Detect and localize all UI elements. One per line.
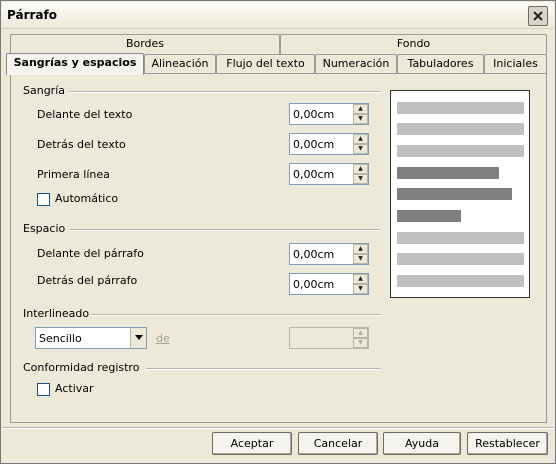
- paragraph-preview: [390, 90, 530, 298]
- tab-label: Flujo del texto: [226, 57, 305, 70]
- preview-line: [397, 145, 524, 157]
- stepper-up-icon[interactable]: ▲: [353, 104, 368, 114]
- detras-parrafo-stepper[interactable]: 0,00cm ▲ ▼: [289, 273, 369, 295]
- section-divider: [69, 91, 380, 93]
- button-label: Cancelar: [313, 437, 363, 450]
- help-button[interactable]: Ayuda: [383, 432, 461, 455]
- stepper-down-icon[interactable]: ▼: [353, 254, 368, 264]
- section-sangria-title: Sangría: [23, 84, 65, 97]
- preview-line: [397, 253, 524, 265]
- detras-texto-stepper[interactable]: 0,00cm ▲ ▼: [289, 133, 369, 155]
- tab-label: Tabuladores: [407, 57, 474, 70]
- stepper-value: 0,00cm: [293, 108, 335, 121]
- close-icon: [533, 11, 543, 21]
- preview-line: [397, 123, 524, 135]
- button-label: Ayuda: [405, 437, 439, 450]
- tab-label: Bordes: [125, 37, 165, 50]
- primera-linea-label: Primera línea: [37, 168, 110, 181]
- stepper-value: 0,00cm: [293, 168, 335, 181]
- stepper-buttons: ▲ ▼: [353, 134, 368, 154]
- section-divider: [146, 368, 380, 370]
- button-separator: [2, 427, 554, 429]
- tab-label: Fondo: [396, 37, 431, 50]
- stepper-buttons: ▲ ▼: [353, 244, 368, 264]
- section-divider: [91, 314, 380, 316]
- close-button[interactable]: [528, 6, 548, 26]
- stepper-buttons: ▲ ▼: [353, 328, 368, 348]
- stepper-value: 0,00cm: [293, 278, 335, 291]
- stepper-down-icon[interactable]: ▼: [353, 174, 368, 184]
- interlineado-value-stepper: ▲ ▼: [289, 327, 369, 349]
- button-label: Restablecer: [475, 437, 540, 450]
- stepper-down-icon[interactable]: ▼: [353, 144, 368, 154]
- section-interlineado-title: Interlineado: [23, 307, 90, 320]
- tab-label: Numeración: [322, 57, 390, 70]
- preview-line: [397, 275, 524, 287]
- delante-parrafo-label: Delante del párrafo: [37, 247, 144, 260]
- stepper-buttons: ▲ ▼: [353, 164, 368, 184]
- dropdown-arrow-shape: [135, 335, 143, 340]
- tab-alineacion[interactable]: Alineación: [144, 54, 216, 74]
- tab-tabuladores[interactable]: Tabuladores: [397, 54, 484, 74]
- tab-numeracion[interactable]: Numeración: [315, 54, 397, 74]
- tab-fondo[interactable]: Fondo: [280, 34, 547, 54]
- tab-label: Sangrías y espacios: [13, 56, 137, 69]
- stepper-up-icon[interactable]: ▲: [353, 244, 368, 254]
- tab-bordes[interactable]: Bordes: [10, 34, 280, 54]
- paragraph-dialog: Párrafo Bordes Fondo Sangrías y espacios…: [0, 0, 556, 464]
- delante-parrafo-stepper[interactable]: 0,00cm ▲ ▼: [289, 243, 369, 265]
- section-conformidad-title: Conformidad registro: [23, 361, 140, 374]
- stepper-up-icon[interactable]: ▲: [353, 134, 368, 144]
- stepper-down-icon: ▼: [353, 338, 368, 348]
- preview-line-current: [397, 167, 499, 179]
- activar-label: Activar: [55, 382, 94, 395]
- tab-iniciales[interactable]: Iniciales: [484, 54, 547, 74]
- tab-sangrias-espacios[interactable]: Sangrías y espacios: [6, 53, 144, 75]
- stepper-buttons: ▲ ▼: [353, 104, 368, 124]
- stepper-down-icon[interactable]: ▼: [353, 284, 368, 294]
- de-label: de: [156, 332, 170, 345]
- section-espacio-title: Espacio: [23, 222, 66, 235]
- stepper-down-icon[interactable]: ▼: [353, 114, 368, 124]
- delante-texto-stepper[interactable]: 0,00cm ▲ ▼: [289, 103, 369, 125]
- preview-line: [397, 102, 524, 114]
- detras-parrafo-label: Detrás del párrafo: [37, 274, 138, 287]
- delante-texto-label: Delante del texto: [37, 108, 133, 121]
- tab-flujo-texto[interactable]: Flujo del texto: [216, 54, 315, 74]
- interlineado-select[interactable]: Sencillo: [35, 327, 147, 349]
- detras-texto-label: Detrás del texto: [37, 138, 126, 151]
- automatico-checkbox[interactable]: [37, 193, 50, 206]
- select-value: Sencillo: [39, 332, 82, 345]
- chevron-down-icon[interactable]: [130, 328, 146, 348]
- automatico-label: Automático: [55, 192, 119, 205]
- preview-line-current: [397, 210, 461, 222]
- stepper-value: 0,00cm: [293, 138, 335, 151]
- title-bar[interactable]: Párrafo: [2, 2, 554, 29]
- stepper-up-icon[interactable]: ▲: [353, 274, 368, 284]
- tab-label: Iniciales: [493, 57, 538, 70]
- stepper-value: 0,00cm: [293, 248, 335, 261]
- section-divider: [69, 229, 380, 231]
- stepper-up-icon: ▲: [353, 328, 368, 338]
- activar-checkbox[interactable]: [37, 383, 50, 396]
- window-title: Párrafo: [7, 8, 57, 22]
- preview-line-current: [397, 188, 512, 200]
- button-label: Aceptar: [230, 437, 274, 450]
- stepper-up-icon[interactable]: ▲: [353, 164, 368, 174]
- accept-button[interactable]: Aceptar: [212, 432, 292, 455]
- cancel-button[interactable]: Cancelar: [298, 432, 378, 455]
- preview-line: [397, 232, 524, 244]
- reset-button[interactable]: Restablecer: [467, 432, 548, 455]
- tab-label: Alineación: [151, 57, 209, 70]
- primera-linea-stepper[interactable]: 0,00cm ▲ ▼: [289, 163, 369, 185]
- stepper-buttons: ▲ ▼: [353, 274, 368, 294]
